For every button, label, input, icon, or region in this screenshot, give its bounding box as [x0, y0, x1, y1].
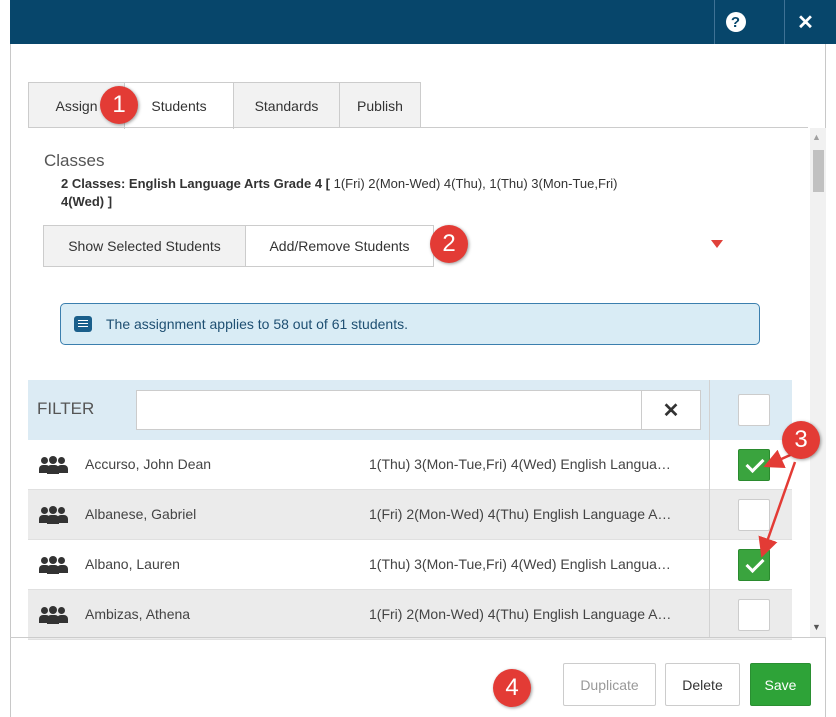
tab-bar: Assign Students Standards Publish: [28, 82, 421, 129]
student-name: Albanese, Gabriel: [85, 506, 197, 522]
annotation-badge-2: 2: [430, 225, 468, 263]
alert-text: The assignment applies to 58 out of 61 s…: [106, 316, 408, 332]
student-classes: 1(Thu) 3(Mon-Tue,Fri) 4(Wed) English Lan…: [369, 556, 671, 572]
student-classes: 1(Fri) 2(Mon-Wed) 4(Thu) English Languag…: [369, 606, 672, 622]
assignment-info-alert: The assignment applies to 58 out of 61 s…: [60, 303, 760, 345]
footer-divider: [10, 637, 826, 638]
button-label: Show Selected Students: [68, 238, 221, 254]
button-label: Delete: [682, 676, 723, 693]
select-all-checkbox[interactable]: [738, 394, 770, 426]
annotation-badge-3: 3: [782, 421, 820, 459]
button-label: Save: [764, 676, 797, 693]
scroll-up-icon[interactable]: ▲: [812, 132, 821, 142]
column-divider: [709, 380, 710, 638]
group-icon: [39, 606, 69, 624]
student-classes: 1(Thu) 3(Mon-Tue,Fri) 4(Wed) English Lan…: [369, 456, 671, 472]
student-name: Albano, Lauren: [85, 556, 180, 572]
button-label: Duplicate: [580, 676, 639, 693]
classes-summary-bold: 2 Classes: English Language Arts Grade 4…: [61, 176, 330, 191]
student-checkbox[interactable]: [738, 549, 770, 581]
filter-input[interactable]: [136, 390, 642, 430]
filter-label: FILTER: [37, 399, 95, 418]
classes-summary-line2: 4(Wed) ]: [61, 194, 113, 209]
add-remove-students-button[interactable]: Add/Remove Students: [245, 225, 434, 267]
save-button[interactable]: Save: [750, 663, 811, 706]
group-icon: [39, 456, 69, 474]
close-icon: ✕: [662, 399, 680, 422]
group-icon: [39, 556, 69, 574]
tab-label: Assign: [55, 97, 98, 114]
student-checkbox[interactable]: [738, 449, 770, 481]
duplicate-button[interactable]: Duplicate: [563, 663, 656, 706]
table-row[interactable]: Accurso, John Dean 1(Thu) 3(Mon-Tue,Fri) …: [28, 440, 792, 490]
student-classes: 1(Fri) 2(Mon-Wed) 4(Thu) English Languag…: [369, 506, 672, 522]
student-view-toggle: Show Selected Students Add/Remove Studen…: [43, 225, 434, 267]
help-button[interactable]: ?: [714, 0, 756, 44]
student-checkbox[interactable]: [738, 499, 770, 531]
clear-filter-button[interactable]: ✕: [641, 390, 701, 430]
red-marker-icon: [711, 240, 723, 248]
scrollbar[interactable]: [810, 128, 826, 638]
button-label: Add/Remove Students: [269, 238, 410, 254]
tab-label: Standards: [254, 97, 319, 114]
tab-label: Students: [151, 98, 207, 114]
group-icon: [39, 506, 69, 524]
tab-divider: [28, 127, 808, 128]
dialog-titlebar: [10, 0, 836, 44]
classes-summary: 2 Classes: English Language Arts Grade 4…: [61, 176, 618, 191]
message-icon: [74, 316, 92, 332]
table-row[interactable]: Albano, Lauren 1(Thu) 3(Mon-Tue,Fri) 4(We…: [28, 540, 792, 590]
classes-summary-rest: 1(Fri) 2(Mon-Wed) 4(Thu), 1(Thu) 3(Mon-T…: [330, 176, 618, 191]
show-selected-students-button[interactable]: Show Selected Students: [43, 225, 246, 267]
table-row[interactable]: Ambizas, Athena 1(Fri) 2(Mon-Wed) 4(Thu) …: [28, 590, 792, 640]
tab-publish[interactable]: Publish: [339, 82, 421, 128]
annotation-badge-1: 1: [100, 86, 138, 124]
tab-label: Publish: [357, 97, 403, 114]
tab-students[interactable]: Students: [124, 82, 234, 129]
close-button[interactable]: ✕: [784, 0, 826, 44]
scrollbar-thumb[interactable]: [813, 150, 824, 192]
classes-heading: Classes: [44, 151, 105, 170]
scroll-down-icon[interactable]: ▼: [812, 622, 821, 632]
close-icon: ✕: [797, 11, 814, 34]
student-checkbox[interactable]: [738, 599, 770, 631]
help-circle-icon: ?: [725, 12, 746, 32]
student-name: Ambizas, Athena: [85, 606, 191, 622]
tab-standards[interactable]: Standards: [233, 82, 340, 128]
annotation-badge-4: 4: [493, 669, 531, 707]
delete-button[interactable]: Delete: [665, 663, 740, 706]
student-name: Accurso, John Dean: [85, 456, 212, 472]
table-row[interactable]: Albanese, Gabriel 1(Fri) 2(Mon-Wed) 4(Thu…: [28, 490, 792, 540]
